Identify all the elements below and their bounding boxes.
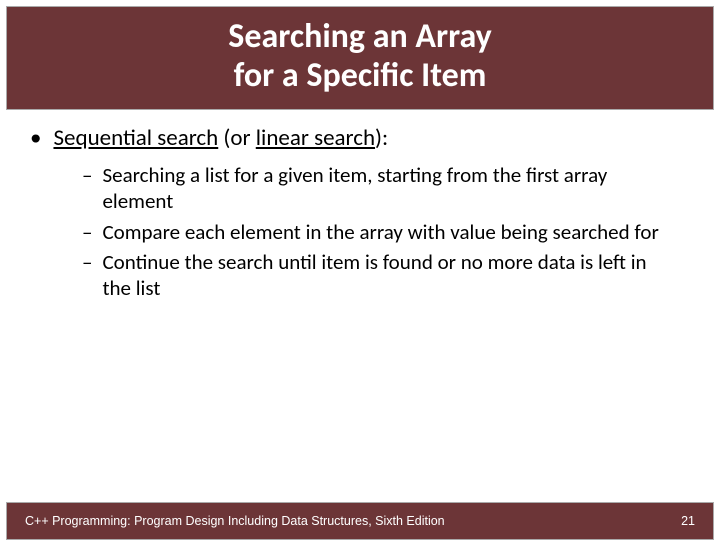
- sub-bullet: – Continue the search until item is foun…: [82, 249, 672, 302]
- title-line-2: for a Specific Item: [234, 55, 487, 96]
- slide-content: • Sequential search (or linear search): …: [0, 110, 720, 301]
- title-line-1: Searching an Array: [228, 16, 491, 57]
- dash-icon: –: [82, 249, 92, 275]
- sub-bullet: – Searching a list for a given item, sta…: [82, 162, 672, 215]
- dash-icon: –: [82, 162, 92, 188]
- sub-bullet-text-3: Continue the search until item is found …: [102, 249, 672, 302]
- term-sequential-search: Sequential search: [53, 124, 218, 152]
- sub-bullet: – Compare each element in the array with…: [82, 219, 672, 245]
- page-number: 21: [681, 514, 695, 528]
- main-bullet-text: Sequential search (or linear search):: [53, 124, 388, 154]
- slide-footer: C++ Programming: Program Design Includin…: [6, 502, 714, 540]
- slide-title: Searching an Array for a Specific Item: [7, 17, 713, 95]
- footer-text: C++ Programming: Program Design Includin…: [25, 514, 445, 528]
- bullet-suffix: ):: [375, 124, 388, 152]
- bullet-dot: •: [30, 124, 41, 154]
- sub-bullet-text-2: Compare each element in the array with v…: [102, 219, 658, 245]
- sub-bullet-text-1: Searching a list for a given item, start…: [102, 162, 672, 215]
- bullet-mid: (or: [218, 124, 256, 152]
- term-linear-search: linear search: [256, 124, 375, 152]
- slide-title-bar: Searching an Array for a Specific Item: [6, 6, 714, 110]
- dash-icon: –: [82, 219, 92, 245]
- main-bullet: • Sequential search (or linear search):: [28, 124, 692, 154]
